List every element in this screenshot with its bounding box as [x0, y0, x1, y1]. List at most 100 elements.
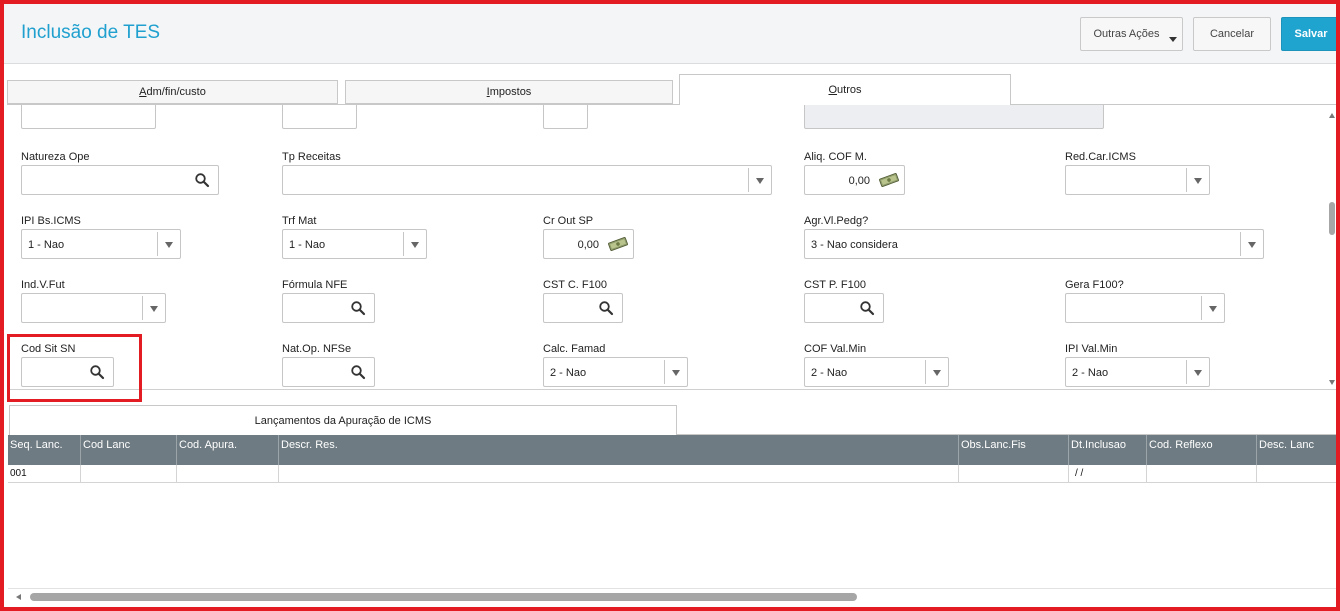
form-vertical-scrollbar[interactable] — [1328, 105, 1336, 389]
chevron-down-icon — [672, 370, 680, 376]
ind-v-fut-select[interactable] — [21, 293, 166, 323]
select-separator — [142, 296, 143, 320]
select-separator — [403, 232, 404, 256]
cst-p-f100-label: CST P. F100 — [804, 279, 866, 291]
tab-label: Adm/fin/custo — [139, 86, 206, 98]
ipi-bs-icms-value: 1 - Nao — [28, 239, 65, 251]
natureza-ope-input[interactable] — [21, 165, 219, 195]
agr-vl-pedg-label: Agr.Vl.Pedg? — [804, 215, 869, 227]
cof-val-min-select[interactable]: 2 - Nao — [804, 357, 949, 387]
column-header[interactable]: Cod. Reflexo — [1147, 435, 1257, 465]
aliq-cof-m-value: 0,00 — [848, 175, 870, 187]
caret-down-icon — [1169, 37, 1177, 42]
search-icon[interactable] — [194, 172, 210, 188]
tp-receitas-label: Tp Receitas — [282, 151, 341, 163]
tab-impostos[interactable]: Impostos — [345, 80, 673, 104]
red-car-icms-select[interactable] — [1065, 165, 1210, 195]
calc-famad-select[interactable]: 2 - Nao — [543, 357, 688, 387]
table-cell — [959, 465, 1069, 483]
chevron-down-icon — [150, 306, 158, 312]
save-button[interactable]: Salvar — [1281, 17, 1340, 51]
cst-c-f100-input[interactable] — [543, 293, 623, 323]
money-icon[interactable] — [878, 172, 900, 188]
cof-val-min-label: COF Val.Min — [804, 343, 867, 355]
search-icon[interactable] — [89, 364, 105, 380]
chevron-down-icon — [933, 370, 941, 376]
ipi-bs-icms-select[interactable]: 1 - Nao — [21, 229, 181, 259]
scroll-thumb[interactable] — [1329, 202, 1335, 235]
tab-label: Impostos — [486, 86, 532, 98]
cod-sit-sn-input[interactable] — [21, 357, 114, 387]
tp-receitas-select[interactable] — [282, 165, 772, 195]
red-car-icms-label: Red.Car.ICMS — [1065, 151, 1136, 163]
grid-horizontal-scrollbar[interactable] — [8, 588, 1336, 606]
column-header[interactable]: Desc. Lanc — [1257, 435, 1336, 465]
ipi-val-min-label: IPI Val.Min — [1065, 343, 1118, 355]
trf-mat-value: 1 - Nao — [289, 239, 326, 251]
scroll-left-icon[interactable] — [16, 594, 21, 600]
tab-lancamentos-icms[interactable]: Lançamentos da Apuração de ICMS — [9, 405, 677, 435]
table-cell: / / — [1069, 465, 1147, 483]
trf-mat-select[interactable]: 1 - Nao — [282, 229, 427, 259]
scroll-down-icon[interactable] — [1329, 380, 1335, 385]
aliq-cof-m-input[interactable]: 0,00 — [804, 165, 905, 195]
scroll-up-icon[interactable] — [1329, 113, 1335, 118]
aliq-cof-m-label: Aliq. COF M. — [804, 151, 867, 163]
chevron-down-icon — [165, 242, 173, 248]
search-icon[interactable] — [598, 300, 614, 316]
search-icon[interactable] — [350, 364, 366, 380]
select-separator — [1201, 296, 1202, 320]
cst-p-f100-input[interactable] — [804, 293, 884, 323]
table-cell — [1147, 465, 1257, 483]
partial-field-2[interactable] — [282, 105, 357, 129]
table-cell — [177, 465, 279, 483]
form-divider — [7, 389, 1336, 390]
select-separator — [1240, 232, 1241, 256]
chevron-down-icon — [411, 242, 419, 248]
search-icon[interactable] — [350, 300, 366, 316]
cr-out-sp-label: Cr Out SP — [543, 215, 594, 227]
agr-vl-pedg-value: 3 - Nao considera — [811, 239, 898, 251]
ipi-val-min-select[interactable]: 2 - Nao — [1065, 357, 1210, 387]
formula-nfe-input[interactable] — [282, 293, 375, 323]
select-separator — [748, 168, 749, 192]
ipi-bs-icms-label: IPI Bs.ICMS — [21, 215, 81, 227]
cod-sit-sn-label: Cod Sit SN — [21, 343, 76, 355]
ind-v-fut-label: Ind.V.Fut — [21, 279, 65, 291]
nat-op-nfse-label: Nat.Op. NFSe — [282, 343, 352, 355]
page-header: Inclusão de TES Outras Ações Cancelar Sa… — [4, 4, 1340, 64]
more-actions-button[interactable]: Outras Ações — [1080, 17, 1183, 51]
column-header[interactable]: Obs.Lanc.Fis — [959, 435, 1069, 465]
scroll-thumb[interactable] — [30, 593, 857, 601]
partial-field-3[interactable] — [543, 105, 588, 129]
cr-out-sp-input[interactable]: 0,00 — [543, 229, 634, 259]
chevron-down-icon — [1194, 370, 1202, 376]
select-separator — [664, 360, 665, 384]
money-icon[interactable] — [607, 236, 629, 252]
nat-op-nfse-input[interactable] — [282, 357, 375, 387]
tab-adm-fin-custo[interactable]: Adm/fin/custo — [7, 80, 338, 104]
column-header[interactable]: Descr. Res. — [279, 435, 959, 465]
column-header[interactable]: Cod Lanc — [81, 435, 177, 465]
chevron-down-icon — [1194, 178, 1202, 184]
column-header[interactable]: Seq. Lanc. — [8, 435, 81, 465]
column-header[interactable]: Dt.Inclusao — [1069, 435, 1147, 465]
partial-field-1[interactable] — [21, 105, 156, 129]
tab-label: Outros — [828, 84, 862, 96]
chevron-down-icon — [1248, 242, 1256, 248]
form-area: Natureza Ope Tp Receitas Aliq. COF M. 0,… — [8, 105, 1328, 389]
search-icon[interactable] — [859, 300, 875, 316]
column-header[interactable]: Cod. Apura. — [177, 435, 279, 465]
ipi-val-min-value: 2 - Nao — [1072, 367, 1109, 379]
select-separator — [157, 232, 158, 256]
cof-val-min-value: 2 - Nao — [811, 367, 848, 379]
cancel-button[interactable]: Cancelar — [1193, 17, 1271, 51]
page-title: Inclusão de TES — [21, 22, 161, 43]
chevron-down-icon — [756, 178, 764, 184]
select-separator — [925, 360, 926, 384]
gera-f100-select[interactable] — [1065, 293, 1225, 323]
tab-outros[interactable]: Outros — [679, 74, 1011, 105]
agr-vl-pedg-select[interactable]: 3 - Nao considera — [804, 229, 1264, 259]
trf-mat-label: Trf Mat — [282, 215, 317, 227]
table-row[interactable]: 001 / / — [8, 465, 1336, 483]
